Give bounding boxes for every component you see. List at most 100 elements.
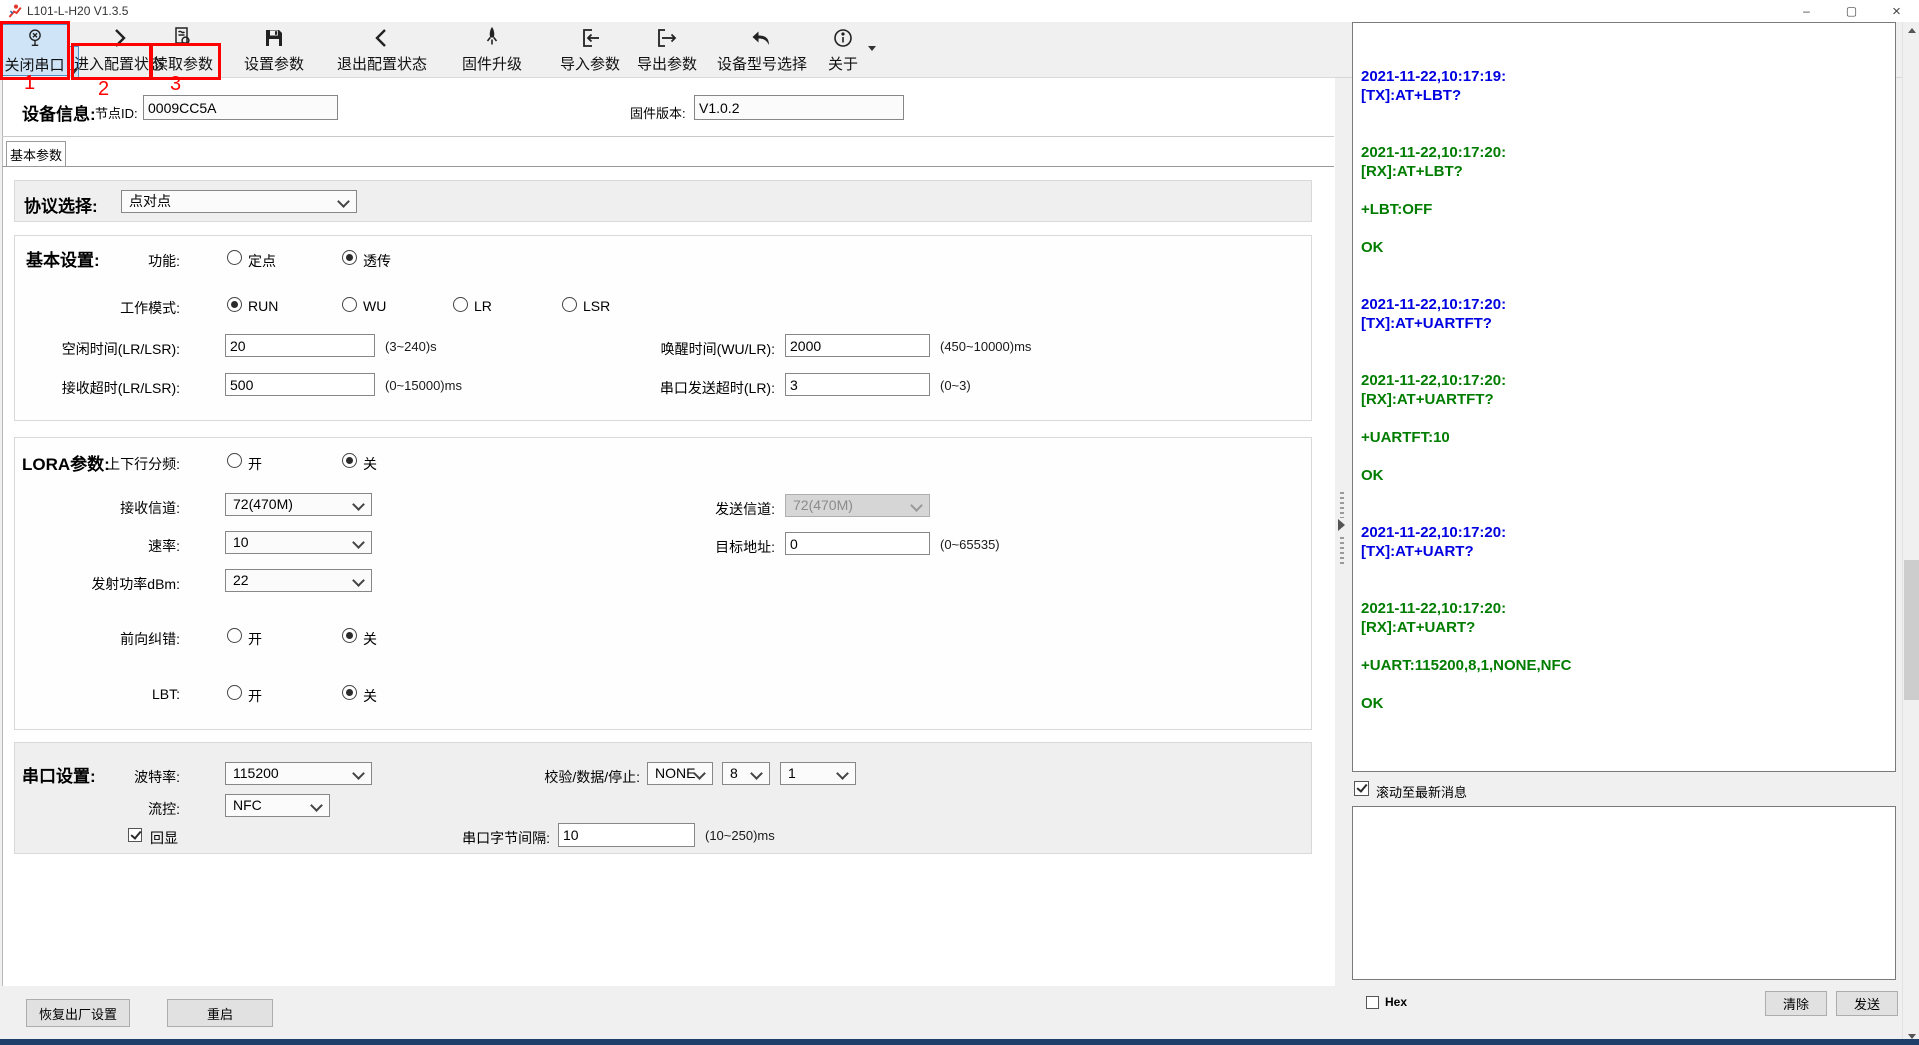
idle-time-input[interactable]: [225, 334, 375, 357]
radio-mode-lr[interactable]: [453, 297, 468, 312]
tx-power-select[interactable]: 22: [225, 569, 372, 592]
firmware-upgrade-button[interactable]: 固件升级: [460, 24, 524, 74]
data-bits-select[interactable]: 8: [722, 762, 770, 785]
parity-value: NONE: [655, 765, 695, 781]
toolbar-overflow-caret[interactable]: [868, 46, 876, 51]
function-label: 功能:: [0, 251, 180, 271]
rate-select[interactable]: 10: [225, 531, 372, 554]
chevron-down-icon: [337, 195, 350, 208]
wake-time-hint: (450~10000)ms: [940, 339, 1031, 354]
node-id-field[interactable]: [143, 95, 338, 120]
radio-mode-run[interactable]: [227, 297, 242, 312]
annotation-number-1: 1: [24, 72, 35, 95]
rx-timeout-hint: (0~15000)ms: [385, 378, 462, 393]
device-model-select-button[interactable]: 设备型号选择: [712, 24, 812, 74]
baud-rate-label: 波特率:: [0, 767, 180, 787]
stop-bits-select[interactable]: 1: [780, 762, 856, 785]
log-line: +UARTFT:10: [1361, 428, 1889, 447]
reboot-label: 重启: [207, 1004, 233, 1023]
log-line: OK: [1361, 466, 1889, 485]
close-serial-button[interactable]: 关闭串口: [1, 24, 68, 76]
log-output[interactable]: 2021-11-22,10:17:19:[TX]:AT+LBT? 2021-11…: [1352, 22, 1896, 772]
log-line: OK: [1361, 694, 1889, 713]
pin-x-icon: [24, 25, 46, 49]
radio-fec-off[interactable]: [342, 628, 357, 643]
radio-function-fixed[interactable]: [227, 250, 242, 265]
log-line: [1361, 504, 1889, 523]
send-button[interactable]: 发送: [1836, 991, 1898, 1016]
close-button[interactable]: ×: [1874, 0, 1919, 22]
log-line: [RX]:AT+UARTFT?: [1361, 390, 1889, 409]
window-title: L101-L-H20 V1.3.5: [27, 4, 128, 18]
node-id-label: 节点ID:: [95, 103, 138, 122]
idle-time-hint: (3~240)s: [385, 339, 437, 354]
log-line: [1361, 219, 1889, 238]
hex-label: Hex: [1385, 995, 1407, 1009]
rx-channel-select[interactable]: 72(470M): [225, 493, 372, 516]
set-params-button[interactable]: 设置参数: [242, 24, 306, 74]
tab-basic-params[interactable]: 基本参数: [6, 141, 66, 167]
work-mode-label: 工作模式:: [0, 298, 180, 318]
minimize-button[interactable]: –: [1784, 0, 1829, 22]
radio-updown-off[interactable]: [342, 453, 357, 468]
radio-mode-lr-label: LR: [474, 298, 492, 314]
radio-updown-on-label: 开: [248, 454, 262, 474]
stop-bits-value: 1: [788, 765, 796, 781]
about-button[interactable]: 关于: [824, 24, 862, 74]
vertical-scrollbar[interactable]: [1902, 22, 1919, 1045]
wake-time-input[interactable]: [785, 334, 930, 357]
enter-config-button[interactable]: 进入配置状态: [74, 24, 164, 74]
log-line: [1361, 485, 1889, 504]
log-line: [1361, 352, 1889, 371]
radio-updown-on[interactable]: [227, 453, 242, 468]
exit-config-button[interactable]: 退出配置状态: [334, 24, 430, 74]
tx-channel-select: 72(470M): [785, 494, 930, 517]
back-arrow-icon: [751, 24, 773, 48]
radio-lbt-off[interactable]: [342, 685, 357, 700]
annotation-number-3: 3: [170, 73, 181, 96]
wake-time-label: 唤醒时间(WU/LR):: [475, 339, 775, 359]
scroll-latest-checkbox[interactable]: [1354, 781, 1369, 796]
rx-timeout-input[interactable]: [225, 373, 375, 396]
maximize-button[interactable]: ▢: [1829, 0, 1874, 22]
parity-select[interactable]: NONE: [647, 762, 713, 785]
radio-fec-on[interactable]: [227, 628, 242, 643]
splitter-grip[interactable]: [1340, 537, 1344, 567]
byte-interval-label: 串口字节间隔:: [250, 828, 550, 848]
reboot-button[interactable]: 重启: [167, 999, 273, 1027]
target-address-input[interactable]: [785, 532, 930, 555]
scroll-up-icon[interactable]: [1908, 28, 1916, 33]
app-window: L101-L-H20 V1.3.5 – ▢ × 关闭串口 进入配置状态 读取参数: [0, 0, 1919, 1045]
serial-tx-timeout-input[interactable]: [785, 373, 930, 396]
chevron-down-icon: [310, 799, 323, 812]
clear-button[interactable]: 清除: [1765, 991, 1827, 1016]
echo-checkbox[interactable]: [128, 828, 142, 842]
export-params-button[interactable]: 导出参数: [635, 24, 699, 74]
scrollbar-thumb[interactable]: [1904, 560, 1919, 700]
radio-updown-off-label: 关: [363, 454, 377, 474]
hex-checkbox[interactable]: [1366, 996, 1379, 1009]
send-input[interactable]: [1352, 806, 1896, 980]
chevron-left-icon: [372, 24, 392, 48]
splitter-grip[interactable]: [1340, 492, 1344, 518]
log-line: 2021-11-22,10:17:20:: [1361, 371, 1889, 390]
radio-mode-wu[interactable]: [342, 297, 357, 312]
splitter-collapse-arrow-icon[interactable]: [1338, 519, 1345, 531]
byte-interval-input[interactable]: [558, 823, 695, 847]
target-address-hint: (0~65535): [940, 537, 1000, 552]
factory-reset-button[interactable]: 恢复出厂设置: [26, 999, 130, 1027]
radio-lbt-on[interactable]: [227, 685, 242, 700]
import-params-button[interactable]: 导入参数: [558, 24, 622, 74]
read-params-button[interactable]: 读取参数: [152, 24, 214, 74]
log-line: [1361, 409, 1889, 428]
serial-tx-timeout-hint: (0~3): [940, 378, 971, 393]
serial-tx-timeout-label: 串口发送超时(LR):: [475, 378, 775, 398]
log-line: [TX]:AT+LBT?: [1361, 86, 1889, 105]
flow-control-select[interactable]: NFC: [225, 794, 330, 817]
radio-mode-lsr[interactable]: [562, 297, 577, 312]
firmware-field[interactable]: [694, 95, 904, 120]
lbt-label: LBT:: [0, 686, 180, 702]
radio-function-transparent[interactable]: [342, 250, 357, 265]
rate-value: 10: [233, 534, 249, 550]
protocol-select[interactable]: 点对点: [121, 190, 357, 213]
